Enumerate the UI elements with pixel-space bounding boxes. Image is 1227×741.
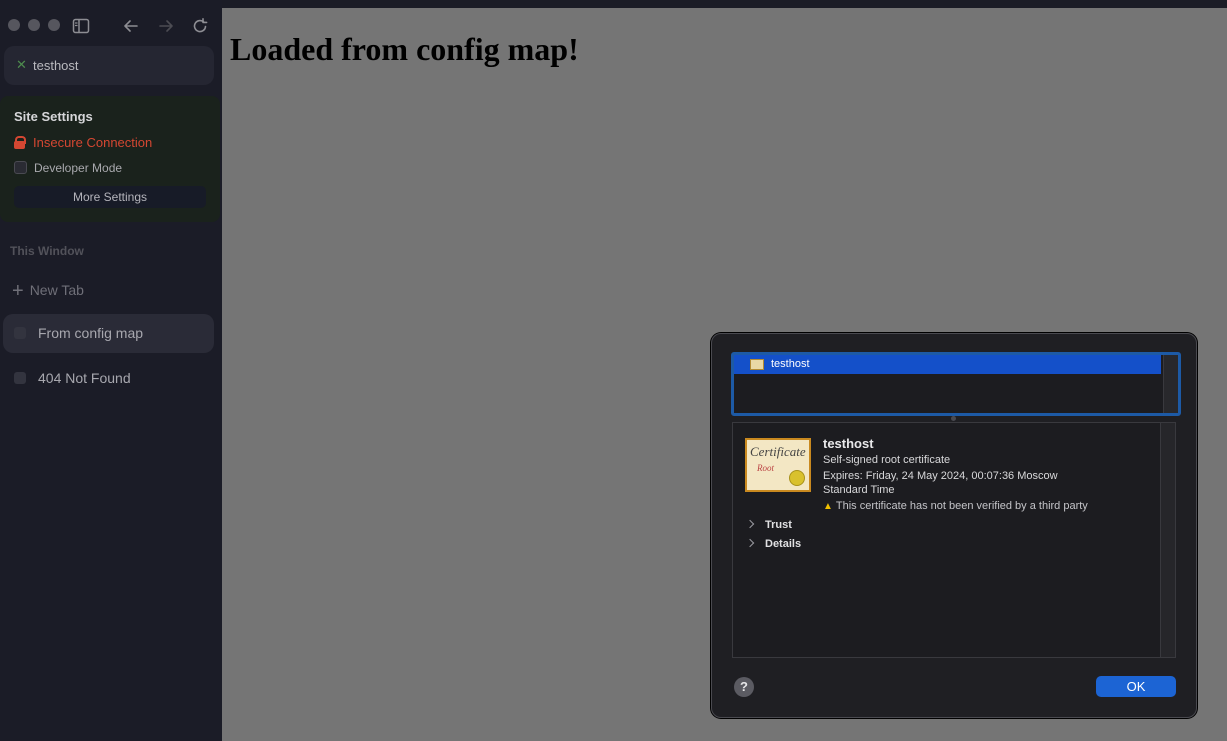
certificate-detail-pane: Certificate Root testhost Self-signed ro… <box>732 422 1176 658</box>
certificate-list[interactable]: testhost <box>731 352 1181 416</box>
insecure-connection-label: Insecure Connection <box>33 135 153 150</box>
sidebar-toggle-icon[interactable] <box>72 17 90 35</box>
certificate-small-icon <box>750 359 764 370</box>
more-settings-button[interactable]: More Settings <box>14 186 206 208</box>
developer-mode-checkbox[interactable] <box>14 161 27 174</box>
sidebar-tab-from-config-map[interactable]: From config map <box>3 314 214 353</box>
trust-disclosure[interactable]: Trust <box>745 519 792 531</box>
minimize-window-button[interactable] <box>28 19 40 31</box>
warning-icon: ▲ <box>823 501 833 512</box>
developer-mode-label: Developer Mode <box>34 161 123 175</box>
certificate-type: Self-signed root certificate <box>823 454 951 466</box>
certificate-warning-text: This certificate has not been verified b… <box>835 500 1088 512</box>
chevron-right-icon <box>745 519 755 529</box>
close-window-button[interactable] <box>8 19 20 31</box>
certificate-icon-title: Certificate <box>750 444 806 459</box>
insecure-connection-row[interactable]: Insecure Connection <box>14 135 152 150</box>
lock-icon <box>14 136 26 149</box>
seal-icon <box>789 470 805 486</box>
url-bar[interactable]: ✕ testhost <box>4 46 214 85</box>
tab-favicon-icon <box>14 327 26 339</box>
zoom-window-button[interactable] <box>48 19 60 31</box>
certificate-name: testhost <box>823 436 874 451</box>
ok-button[interactable]: OK <box>1096 676 1176 697</box>
forward-arrow-icon[interactable] <box>157 17 175 35</box>
close-x-icon[interactable]: ✕ <box>16 58 27 72</box>
sidebar: ✕ testhost Site Settings Insecure Connec… <box>0 0 222 741</box>
page-heading: Loaded from config map! <box>230 31 579 67</box>
this-window-label: This Window <box>10 244 84 258</box>
plus-icon: + <box>12 280 24 302</box>
certificate-warning: ▲ This certificate has not been verified … <box>823 500 1088 512</box>
certificate-icon: Certificate Root <box>745 438 811 492</box>
certificate-list-label: testhost <box>771 358 810 370</box>
tab-label: 404 Not Found <box>38 370 131 386</box>
details-disclosure[interactable]: Details <box>745 538 802 550</box>
list-scrollbar[interactable] <box>1163 355 1178 413</box>
trust-label: Trust <box>765 519 792 531</box>
certificate-list-item[interactable]: testhost <box>734 355 1161 374</box>
new-tab-label: New Tab <box>29 282 84 298</box>
new-tab-button[interactable]: + New Tab <box>12 280 84 303</box>
certificate-expiry: Expires: Friday, 24 May 2024, 00:07:36 M… <box>823 470 1058 496</box>
details-label: Details <box>765 538 802 550</box>
tab-favicon-icon <box>14 372 26 384</box>
back-arrow-icon[interactable] <box>122 17 140 35</box>
site-settings-panel: Site Settings Insecure Connection Develo… <box>0 96 220 222</box>
detail-scrollbar[interactable] <box>1160 423 1175 657</box>
certificate-dialog: testhost Certificate Root testhost Self-… <box>711 333 1197 718</box>
url-host: testhost <box>33 58 79 73</box>
help-button[interactable]: ? <box>734 677 754 697</box>
chevron-right-icon <box>745 538 755 548</box>
reload-icon[interactable] <box>191 17 209 35</box>
certificate-icon-subtitle: Root <box>757 463 774 473</box>
developer-mode-row[interactable]: Developer Mode <box>14 161 122 175</box>
site-settings-title: Site Settings <box>14 109 93 124</box>
tab-label: From config map <box>38 325 144 341</box>
split-handle[interactable] <box>951 416 956 421</box>
sidebar-tab-404-not-found[interactable]: 404 Not Found <box>3 359 214 398</box>
